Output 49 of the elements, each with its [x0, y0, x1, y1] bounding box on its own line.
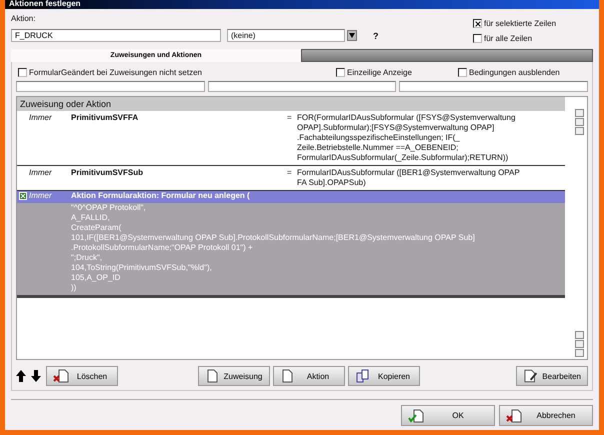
toolbar-button[interactable]: Bearbeiten	[516, 366, 588, 386]
expression-text: FOR(FormularIDAusSubformular ([FSYS@Systemverwaltung OPAP].Subformular);[FSYS@Systemverwaltung OPAP] .FachabteilungsspezifischeEinstellungen; IF(_ Zeile.Betriebstelle.Nummer ==A_OEBENEID; FormularIDAusSubformular(_Zeile.Subformular);RETURN))	[297, 113, 516, 163]
down-arrow-icon[interactable]	[31, 370, 41, 382]
toolbar-button[interactable]: Kopieren	[348, 366, 420, 386]
toolbar-button[interactable]: Abbrechen	[499, 405, 593, 426]
copy-icon	[355, 369, 371, 383]
page-with-x-icon	[53, 369, 69, 383]
checkbox-label: für alle Zeilen	[484, 34, 532, 43]
operator-text: =	[287, 113, 293, 124]
checkbox-label: Einzeilige Anzeige	[347, 68, 412, 77]
page-with-check-icon	[408, 408, 424, 422]
ok-button[interactable]: OK	[401, 405, 495, 426]
checkbox[interactable]	[473, 34, 482, 43]
checkbox[interactable]	[336, 68, 345, 77]
operator-text: =	[287, 168, 293, 179]
window-title: Aktionen festlegen	[5, 0, 599, 9]
toolbar-button[interactable]: Löschen	[46, 366, 118, 386]
spreadsheet-icon	[19, 192, 27, 200]
condition-text: Immer	[29, 113, 53, 124]
toolbar-button[interactable]: Zuweisung	[198, 366, 270, 386]
condition-text: Immer	[29, 168, 53, 179]
page-icon	[205, 369, 219, 383]
dropdown-button[interactable]	[347, 30, 357, 41]
up-arrow-icon[interactable]	[16, 370, 26, 382]
checkbox[interactable]	[473, 19, 482, 28]
edit-icon	[523, 369, 538, 383]
checkbox-label: FormularGeändert bei Zuweisungen nicht setzen	[29, 68, 202, 77]
dropdown[interactable]: (keine)	[227, 29, 345, 42]
input-field[interactable]	[399, 81, 588, 92]
toolbar-button[interactable]: Aktion	[273, 366, 345, 386]
variable-name: PrimitivumSVFFA	[71, 113, 140, 124]
checkbox[interactable]	[458, 68, 467, 77]
input-field[interactable]	[208, 81, 396, 92]
page-with-x-icon	[506, 408, 522, 422]
help-link[interactable]: ?	[373, 30, 467, 40]
list-row[interactable]	[17, 111, 565, 166]
tab[interactable]	[301, 49, 593, 62]
action-field[interactable]: F_DRUCK	[11, 29, 221, 42]
checkbox-label: für selektierte Zeilen	[484, 19, 556, 28]
list-row[interactable]	[17, 191, 565, 298]
column-header: Zuweisung oder Aktion	[17, 97, 565, 111]
expression-text: FormularIDAusSubformular ([BER1@Systemverwaltung OPAP FA Sub].OPAPSub)	[297, 168, 521, 188]
checkbox-label: Bedingungen ausblenden	[469, 68, 560, 77]
field-label: Aktion:	[11, 14, 36, 23]
checkbox[interactable]	[18, 68, 27, 77]
input-field[interactable]	[16, 81, 205, 92]
action-parameters: "^0^OPAP Protokoll", A_FALLID, CreateParam( 101,IF([BER1@Systemverwaltung OPAP Sub].ProtokollSubformularName;[BER1@Systemverwaltung OPAP Sub] .ProtokollSubformularName;"OPAP Protokoll 01") + ";Druck", 104,ToString(PrimitivumSVFSub,"%ld"), 105,A_OP_ID ))	[71, 203, 476, 293]
page-icon	[280, 369, 294, 383]
variable-name: PrimitivumSVFSub	[71, 168, 144, 179]
